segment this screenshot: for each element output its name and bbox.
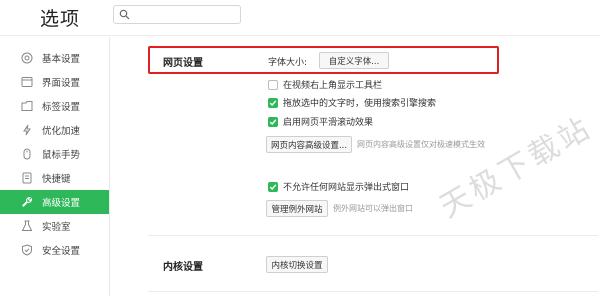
section-divider: [148, 235, 598, 236]
sidebar-item-security[interactable]: 安全设置: [0, 238, 109, 262]
checkmark-icon: [269, 100, 277, 107]
window-header: 选项: [0, 0, 600, 36]
search-box[interactable]: [113, 5, 241, 24]
target-icon: [20, 51, 34, 65]
kernel-settings-title: 内核设置: [163, 262, 203, 273]
font-size-label: 字体大小:: [268, 58, 308, 68]
flask-icon: [20, 219, 34, 233]
sidebar-item-label: 优化加速: [42, 126, 81, 137]
sidebar-item-shortcuts[interactable]: 快捷键: [0, 166, 109, 190]
exceptions-hint: 例外网站可以弹出窗口: [333, 204, 413, 213]
manage-exceptions-button[interactable]: 管理例外网站: [266, 200, 328, 217]
tab-icon: [20, 99, 34, 113]
sidebar-item-label: 安全设置: [42, 246, 81, 257]
web-settings-title: 网页设置: [163, 58, 203, 69]
sidebar-item-label: 快捷键: [42, 174, 71, 185]
sidebar: 基本设置 界面设置 标签设置 优化加速 鼠标手势 快捷键 高级设置 实验室 安全…: [0, 37, 110, 296]
page-title: 选项: [40, 8, 81, 30]
document-icon: [20, 171, 34, 185]
video-toolbar-label: 在视频右上角显示工具栏: [283, 81, 383, 91]
section-divider: [148, 291, 598, 292]
sidebar-item-basic[interactable]: 基本设置: [0, 46, 109, 70]
advanced-content-button[interactable]: 网页内容高级设置...: [266, 136, 352, 153]
sidebar-item-label: 基本设置: [42, 54, 81, 65]
advanced-content-hint: 网页内容高级设置仅对极速模式生效: [357, 140, 485, 149]
sidebar-item-label: 界面设置: [42, 78, 81, 89]
kernel-switch-button[interactable]: 内核切换设置: [266, 256, 328, 273]
wrench-icon: [20, 195, 34, 209]
sidebar-item-interface[interactable]: 界面设置: [0, 70, 109, 94]
sidebar-item-label: 标签设置: [42, 102, 81, 113]
sidebar-item-label: 实验室: [42, 222, 71, 233]
checkmark-icon: [269, 184, 277, 191]
drag-search-label: 拖放选中的文字时，使用搜索引擎搜索: [283, 99, 437, 109]
search-input[interactable]: [134, 7, 234, 22]
sidebar-item-speedup[interactable]: 优化加速: [0, 118, 109, 142]
checkmark-icon: [269, 119, 277, 126]
sidebar-item-label: 鼠标手势: [42, 150, 81, 161]
mouse-icon: [20, 147, 34, 161]
sidebar-item-tabs[interactable]: 标签设置: [0, 94, 109, 118]
sidebar-item-advanced[interactable]: 高级设置: [0, 190, 109, 214]
window-icon: [20, 75, 34, 89]
smooth-scroll-label: 启用网页平滑滚动效果: [283, 118, 374, 128]
lightning-icon: [20, 123, 34, 137]
sidebar-item-gestures[interactable]: 鼠标手势: [0, 142, 109, 166]
search-icon: [119, 9, 130, 20]
smooth-scroll-checkbox[interactable]: [268, 117, 278, 127]
shield-icon: [20, 243, 34, 257]
drag-search-checkbox[interactable]: [268, 98, 278, 108]
block-popups-label: 不允许任何网站显示弹出式窗口: [283, 183, 410, 193]
sidebar-item-label: 高级设置: [42, 198, 81, 209]
video-toolbar-checkbox[interactable]: [268, 80, 278, 90]
custom-font-button[interactable]: 自定义字体...: [319, 52, 389, 69]
sidebar-item-lab[interactable]: 实验室: [0, 214, 109, 238]
block-popups-checkbox[interactable]: [268, 182, 278, 192]
